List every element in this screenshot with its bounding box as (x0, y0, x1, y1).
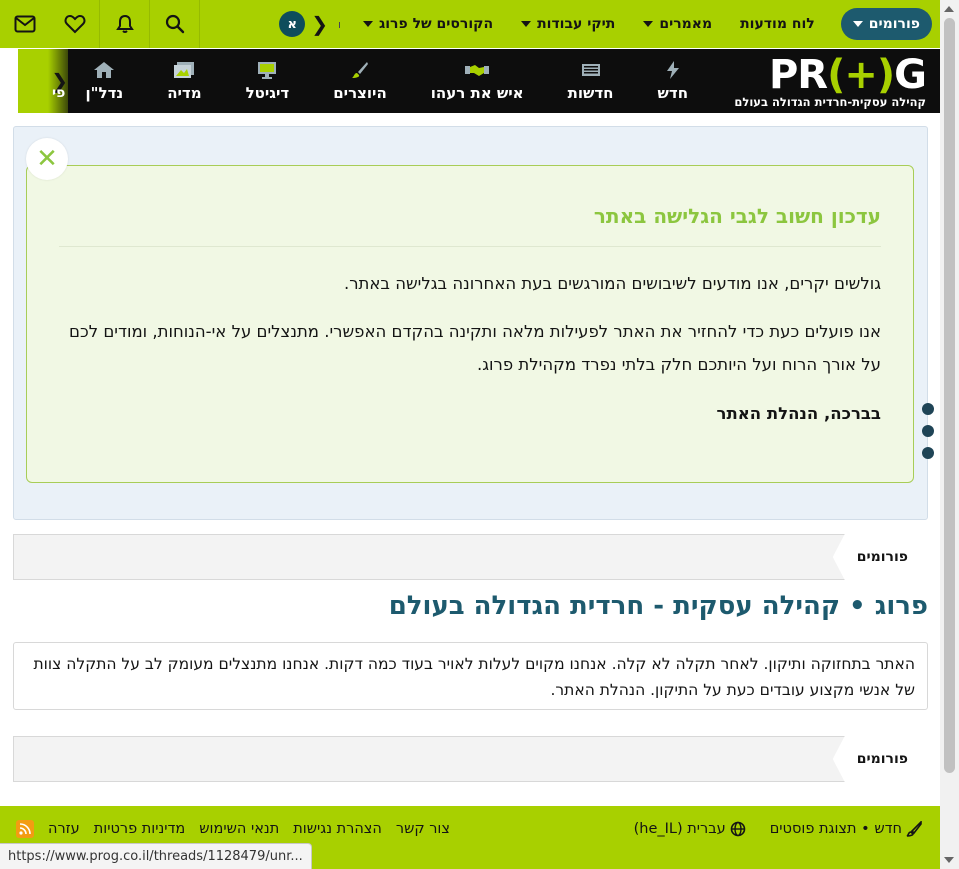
breadcrumb: פורומים (13, 534, 928, 580)
bell-icon (115, 14, 134, 33)
image-icon (174, 61, 195, 78)
messages-button[interactable] (0, 0, 50, 48)
notice-box: עדכון חשוב לגבי הגלישה באתר גולשים יקרים… (26, 165, 914, 483)
main-menu: פורומים לוח מודעות מאמרים תיקי עבודות הק… (267, 0, 940, 48)
language-chooser[interactable]: עברית (he_IL) (634, 821, 746, 837)
search-icon (165, 14, 184, 34)
footer-link-accessibility[interactable]: הצהרת נגישות (293, 821, 382, 837)
category-new[interactable]: חדש (636, 49, 711, 113)
category-networking[interactable]: איש את רעהו (409, 49, 546, 113)
category-list: חדש חדשות איש את רעהו היוצרים דיגיטל מדי… (64, 49, 710, 113)
scroll-up-arrow-icon[interactable] (944, 6, 954, 12)
notice-paragraph: גולשים יקרים, אנו מודעים לשיבושים המורגש… (344, 274, 881, 293)
nav-label: תיקי עבודות (537, 16, 616, 32)
category-realestate[interactable]: נדל"ן (64, 49, 146, 113)
style-chooser-link[interactable]: חדש • תצוגת פוסטים (770, 821, 922, 837)
close-icon: ✕ (36, 144, 58, 174)
nav-label: מאמרים (659, 16, 713, 32)
handshake-icon (465, 64, 490, 76)
category-label: איש את רעהו (430, 83, 524, 102)
mail-icon (14, 15, 36, 33)
chevron-down-icon (521, 21, 532, 27)
alerts-button[interactable] (100, 0, 150, 48)
nav-item-courses[interactable]: הקורסים של פרוג (363, 16, 493, 32)
prog-logo[interactable]: PR(+)G קהילה עסקית-חרדית הגדולה בעולם (734, 52, 927, 111)
lightning-icon (666, 60, 679, 79)
category-media[interactable]: מדיה (145, 49, 223, 113)
nav-item-classifieds[interactable]: לוח מודעות (740, 16, 815, 32)
nav-scroll: ו ❮ (311, 12, 341, 36)
forums-menu-button[interactable]: פורומים (840, 8, 932, 40)
maintenance-message: האתר בתחזוקה ותיקון. לאחר תקלה לא קלה. א… (13, 642, 928, 710)
nav-label: הקורסים של פרוג (379, 16, 494, 32)
category-scroll-left[interactable]: ❮ פי (18, 49, 68, 113)
scrollbar-thumb[interactable] (944, 18, 955, 773)
notice-paragraph: אנו פועלים כעת כדי להחזיר את האתר לפעילו… (69, 322, 881, 374)
category-label: דיגיטל (245, 83, 290, 102)
category-bar: PR(+)G קהילה עסקית-חרדית הגדולה בעולם חד… (18, 49, 940, 113)
footer-link-privacy[interactable]: מדיניות פרטיות (94, 821, 186, 837)
category-digital[interactable]: דיגיטל (224, 49, 312, 113)
category-peek-label: פי (52, 85, 66, 101)
search-button[interactable] (150, 0, 200, 48)
rss-button[interactable] (16, 820, 34, 838)
status-bar-url: https://www.prog.co.il/threads/1128479/u… (0, 843, 312, 869)
brush-icon (906, 821, 922, 837)
footer-row: חדש • תצוגת פוסטים עברית (he_IL) צור קשר… (16, 816, 922, 842)
floating-dots-menu[interactable] (922, 403, 934, 469)
close-notice-button[interactable]: ✕ (26, 138, 68, 180)
logo-wordmark: PR(+)G (768, 52, 927, 98)
rss-icon (19, 823, 31, 835)
notice-title: עדכון חשוב לגבי הגלישה באתר (59, 204, 881, 247)
style-chooser-label: חדש • תצוגת פוסטים (769, 821, 902, 837)
category-label: חדשות (567, 83, 614, 102)
footer-link-contact[interactable]: צור קשר (396, 821, 450, 837)
logo-tagline: קהילה עסקית-חרדית הגדולה בעולם (734, 95, 926, 109)
newspaper-icon (581, 63, 600, 76)
chevron-down-icon (643, 21, 654, 27)
chevron-down-icon (852, 21, 863, 27)
footer-link-help[interactable]: עזרה (48, 821, 80, 837)
chevron-down-icon (363, 21, 373, 27)
footer-link-terms[interactable]: תנאי השימוש (199, 821, 279, 837)
notice-container: עדכון חשוב לגבי הגלישה באתר גולשים יקרים… (13, 126, 928, 520)
nav-item-articles[interactable]: מאמרים (643, 16, 712, 32)
category-label: נדל"ן (85, 83, 124, 102)
category-label: מדיה (167, 83, 202, 102)
language-label: עברית (he_IL) (633, 821, 726, 837)
category-creators[interactable]: היוצרים (311, 49, 409, 113)
nav-partial-item: ו (338, 17, 341, 31)
breadcrumb-bottom: פורומים (13, 736, 928, 782)
category-news[interactable]: חדשות (546, 49, 636, 113)
globe-icon (730, 821, 745, 837)
house-icon (94, 61, 115, 78)
breadcrumb-forums-link[interactable]: פורומים (832, 736, 928, 782)
category-label: היוצרים (333, 83, 387, 102)
notice-signature: בברכה, הנהלת האתר (716, 404, 881, 423)
nav-label: לוח מודעות (740, 16, 815, 32)
user-icons (0, 0, 200, 48)
avatar[interactable]: א (279, 11, 306, 37)
bookmarks-button[interactable] (50, 0, 100, 48)
dot-icon (922, 403, 934, 415)
page-title: פרוג • קהילה עסקית - חרדית הגדולה בעולם (388, 591, 928, 621)
forums-menu-label: פורומים (868, 16, 920, 32)
dot-icon (922, 425, 934, 437)
breadcrumb-forums-link[interactable]: פורומים (832, 534, 928, 580)
scroll-down-arrow-icon[interactable] (944, 857, 954, 863)
dot-icon (922, 447, 934, 459)
footer-links: צור קשר הצהרת נגישות תנאי השימוש מדיניות… (16, 820, 450, 838)
brush-icon (352, 61, 368, 78)
heart-icon (64, 14, 85, 34)
top-nav: פורומים לוח מודעות מאמרים תיקי עבודות הק… (0, 0, 940, 48)
chevron-left-icon[interactable]: ❮ (311, 12, 328, 36)
scrollbar[interactable] (940, 0, 959, 869)
category-label: חדש (657, 83, 689, 102)
monitor-icon (258, 61, 277, 79)
nav-item-portfolios[interactable]: תיקי עבודות (521, 16, 615, 32)
footer-right: חדש • תצוגת פוסטים עברית (he_IL) (634, 821, 922, 837)
